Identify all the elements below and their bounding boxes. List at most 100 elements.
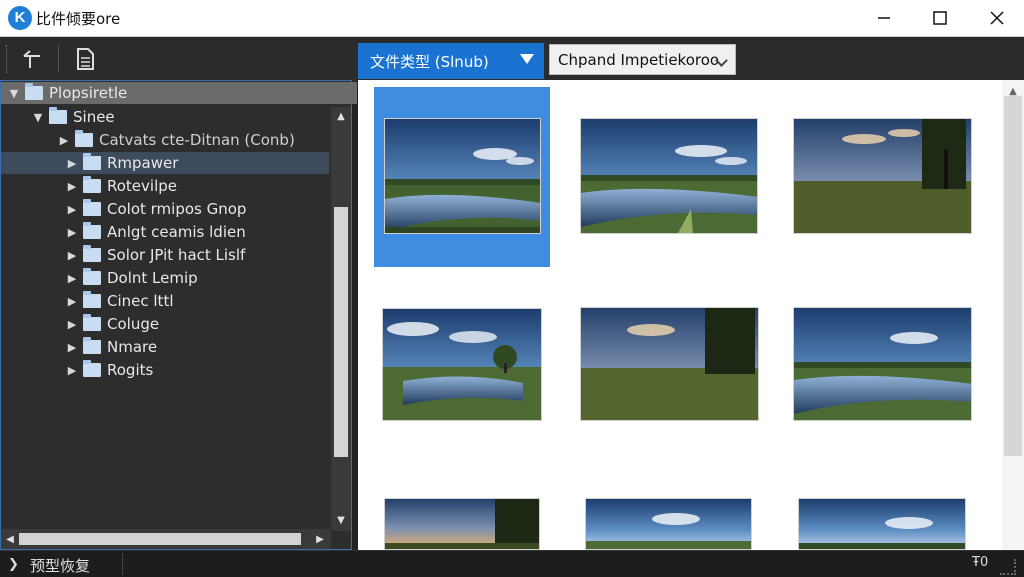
tree-item[interactable]: ▶ Anlgt ceamis ldien — [1, 221, 246, 243]
collapse-arrow-icon[interactable]: ▶ — [65, 226, 79, 239]
photo-thumbnail[interactable] — [580, 118, 758, 234]
tree-hscroll-thumb[interactable] — [19, 533, 301, 545]
expand-arrow-icon[interactable]: ▼ — [7, 87, 21, 100]
photo-sunset-field — [794, 119, 971, 233]
photo-thumbnail[interactable] — [382, 308, 542, 421]
photo-thumbnail[interactable] — [384, 118, 541, 234]
photo-thumbnail[interactable] — [793, 118, 972, 234]
tree-item-selected[interactable]: ▶ Rmpawer — [1, 152, 329, 174]
scroll-right-icon[interactable]: ▶ — [311, 530, 329, 548]
collapse-arrow-icon[interactable]: ▶ — [65, 203, 79, 216]
photo-pond-tree — [586, 499, 751, 549]
tree-item-label: Catvats cte-Ditnan (Conb) — [99, 131, 295, 149]
tree-item[interactable]: ▼ Sinee — [1, 106, 115, 128]
collapse-arrow-icon[interactable]: ▶ — [65, 157, 79, 170]
folder-icon — [83, 291, 101, 308]
close-button[interactable] — [973, 0, 1021, 36]
scroll-down-icon[interactable]: ▼ — [332, 511, 350, 529]
folder-icon — [49, 107, 67, 124]
collapse-arrow-icon[interactable]: ▶ — [65, 341, 79, 354]
folder-icon — [83, 245, 101, 262]
tree-item-label: Sinee — [73, 108, 115, 126]
folder-icon — [75, 130, 93, 147]
collapse-arrow-icon[interactable]: ▶ — [65, 295, 79, 308]
folder-icon — [83, 153, 101, 170]
tree-root-label: Plopsiretle — [49, 84, 128, 102]
folder-icon — [83, 199, 101, 216]
minimize-button[interactable] — [860, 0, 908, 36]
tree-item[interactable]: ▶ Catvats cte-Ditnan (Conb) — [1, 129, 295, 151]
tree-item-label: Cinec lttl — [107, 292, 174, 310]
photo-thumbnail[interactable] — [793, 307, 972, 421]
resize-grip-icon[interactable] — [1000, 559, 1016, 575]
title-bar: K 比件倾要ore — [0, 0, 1024, 37]
collapse-arrow-icon[interactable]: ▶ — [57, 134, 71, 147]
folder-icon — [83, 222, 101, 239]
tree-item-label: Dolnt Lemip — [107, 269, 198, 287]
folder-icon — [83, 268, 101, 285]
expand-arrow-icon[interactable]: ▼ — [31, 111, 45, 124]
document-icon — [77, 48, 94, 70]
photo-sunset-field — [581, 308, 758, 420]
folder-icon — [83, 337, 101, 354]
tree-scroll-thumb[interactable] — [334, 207, 348, 457]
status-bar: ❯ 预型恢复 Ŧ0 — [0, 550, 1024, 577]
tree-item-label: Rotevilpe — [107, 177, 177, 195]
photo-thumbnail[interactable] — [585, 498, 752, 550]
tree-item[interactable]: ▶ Coluge — [1, 313, 159, 335]
photo-river-clouds — [581, 119, 757, 233]
tree-item-label: Coluge — [107, 315, 160, 333]
tree-item[interactable]: ▶ Rogits — [1, 359, 153, 381]
file-type-label: 文件类型 (Slnub) — [370, 52, 489, 71]
folder-icon — [83, 176, 101, 193]
tree-item[interactable]: ▶ Nmare — [1, 336, 157, 358]
scroll-left-icon[interactable]: ◀ — [1, 530, 19, 548]
tree-item-label: Rmpawer — [107, 154, 179, 172]
photo-thumbnail[interactable] — [580, 307, 759, 421]
scroll-up-icon[interactable]: ▲ — [332, 107, 350, 125]
photo-river-clouds — [799, 499, 965, 549]
collapse-arrow-icon[interactable]: ▶ — [65, 249, 79, 262]
maximize-icon — [933, 11, 947, 25]
toolbar-grip — [6, 45, 9, 73]
dropdown-caret-icon — [520, 54, 534, 64]
folder-tree: ▼ Plopsiretle ▼ Sinee ▶ Catvats cte-Ditn… — [0, 80, 357, 550]
window-title: 比件倾要ore — [36, 10, 121, 28]
tree-item[interactable]: ▶ Solor JPit hact Lislf — [1, 244, 245, 266]
close-icon — [990, 11, 1004, 25]
left-toolbar — [0, 37, 356, 81]
collapse-arrow-icon[interactable]: ▶ — [65, 180, 79, 193]
photo-thumbnail[interactable] — [384, 498, 540, 550]
photo-thumbnail[interactable] — [798, 498, 966, 550]
status-text: 预型恢复 — [30, 557, 91, 575]
collapse-arrow-icon[interactable]: ▶ — [65, 272, 79, 285]
status-separator — [122, 553, 123, 575]
tree-item[interactable]: ▶ Rotevilpe — [1, 175, 177, 197]
maximize-button[interactable] — [916, 0, 964, 36]
sort-label: Chpand Impetiekoroo — [558, 50, 720, 69]
tree-item[interactable]: ▶ Dolnt Lemip — [1, 267, 198, 289]
app-logo-icon: K — [8, 6, 32, 30]
scroll-up-icon[interactable]: ▲ — [1004, 82, 1022, 100]
collapse-arrow-icon[interactable]: ▶ — [65, 364, 79, 377]
expand-icon[interactable]: ❯ — [8, 557, 19, 572]
grid-scroll-thumb[interactable] — [1004, 96, 1022, 456]
collapse-arrow-icon[interactable]: ▶ — [65, 318, 79, 331]
tree-item[interactable]: ▶ Cinec lttl — [1, 290, 174, 312]
sort-dropdown[interactable]: Chpand Impetiekoroo — [549, 44, 736, 75]
tree-root[interactable]: ▼ Plopsiretle — [1, 82, 357, 104]
tree-item-label: Solor JPit hact Lislf — [107, 246, 246, 264]
folder-icon — [83, 314, 101, 331]
document-button[interactable] — [68, 43, 102, 75]
tree-item[interactable]: ▶ Colot rmipos Gnop — [1, 198, 246, 220]
minimize-icon — [878, 17, 890, 19]
photo-river-clouds — [385, 119, 540, 233]
folder-icon — [83, 360, 101, 377]
file-type-dropdown[interactable]: 文件类型 (Slnub) — [358, 43, 544, 79]
back-button[interactable] — [14, 43, 48, 75]
tree-item-label: Nmare — [107, 338, 158, 356]
photo-river-clouds — [794, 308, 971, 420]
toolbar-separator — [58, 45, 59, 73]
tree-item-label: Anlgt ceamis ldien — [107, 223, 246, 241]
app-window: K 比件倾要ore ▼ Plopsiretle ▼ Sinee ▶ Catvat… — [0, 0, 1024, 577]
